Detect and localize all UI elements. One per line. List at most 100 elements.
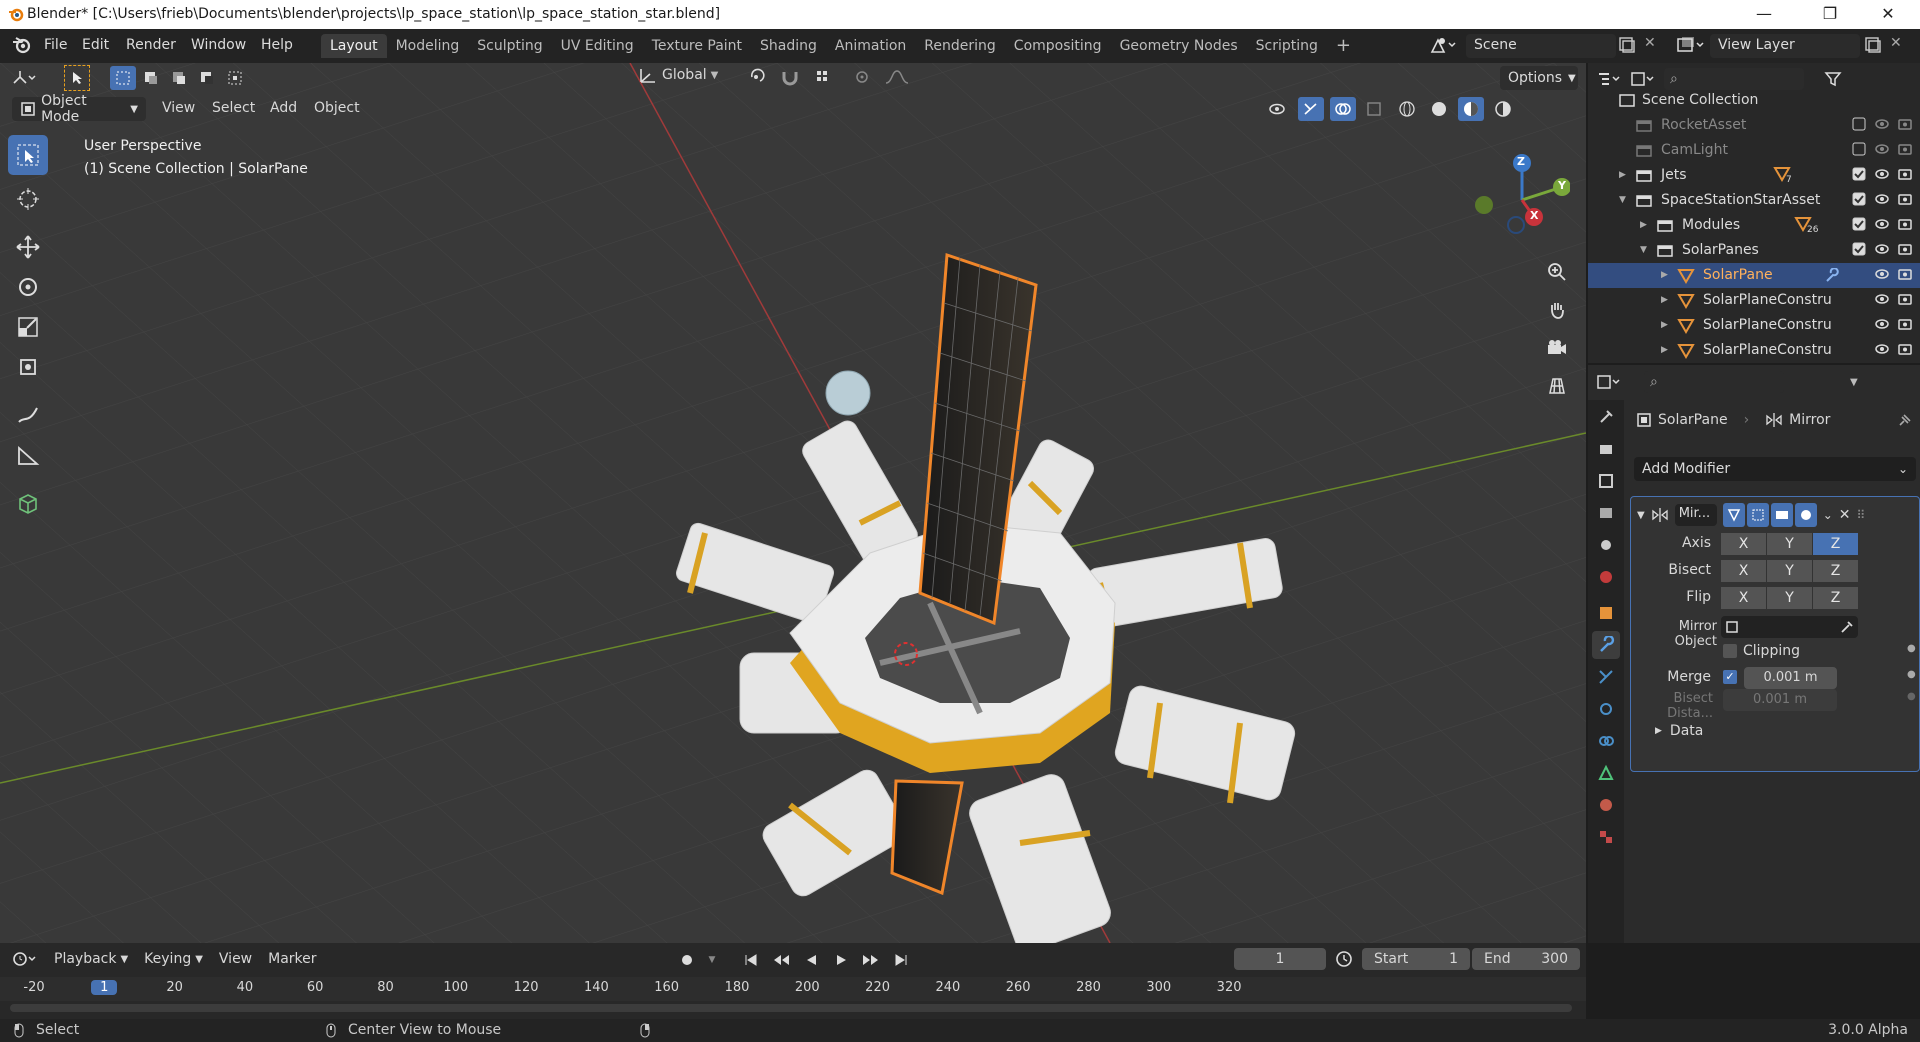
- render-camera-icon[interactable]: [1898, 167, 1914, 181]
- tab-geometry-nodes[interactable]: Geometry Nodes: [1111, 34, 1247, 58]
- editor-type-icon[interactable]: [12, 66, 38, 90]
- select-box-tool-icon[interactable]: [8, 135, 48, 175]
- expand-chevron-icon[interactable]: ▶: [1661, 270, 1668, 280]
- jump-start-icon[interactable]: [738, 948, 764, 972]
- options-dropdown[interactable]: Options ▼: [1500, 66, 1578, 90]
- tab-texture-paint[interactable]: Texture Paint: [643, 34, 751, 58]
- expand-chevron-icon[interactable]: ▶: [1661, 320, 1668, 330]
- exclude-checkbox-icon[interactable]: [1852, 167, 1866, 181]
- outliner-row[interactable]: ▶ Jets 7: [1588, 163, 1920, 188]
- chevron-down-icon[interactable]: ▼: [704, 948, 720, 972]
- exclude-checkbox-icon[interactable]: [1852, 142, 1866, 156]
- tab-uv-editing[interactable]: UV Editing: [552, 34, 643, 58]
- timeline-menu-marker[interactable]: Marker: [268, 951, 316, 967]
- preview-range-icon[interactable]: [1334, 950, 1354, 972]
- texture-tab-icon[interactable]: [1592, 823, 1620, 851]
- current-frame-field[interactable]: 1: [1234, 948, 1326, 970]
- minimize-button[interactable]: —: [1742, 2, 1786, 26]
- expand-chevron-icon[interactable]: ▶: [1661, 345, 1668, 355]
- object-tab-icon[interactable]: [1592, 599, 1620, 627]
- edit-mode-icon[interactable]: [1746, 503, 1769, 527]
- move-tool-icon[interactable]: [8, 227, 48, 267]
- outliner-row[interactable]: ▶ SolarPlaneConstru: [1588, 288, 1920, 313]
- collapse-chevron-icon[interactable]: ▼: [1640, 245, 1647, 255]
- properties-editor-icon[interactable]: [1596, 370, 1622, 394]
- axis-x-toggle[interactable]: X: [1721, 533, 1766, 555]
- tab-sculpting[interactable]: Sculpting: [468, 34, 551, 58]
- exclude-checkbox-icon[interactable]: [1852, 192, 1866, 206]
- visibility-eye-icon[interactable]: [1874, 217, 1890, 231]
- snap-magnet-icon[interactable]: [780, 68, 804, 86]
- material-preview-icon[interactable]: [1458, 97, 1484, 121]
- viewport-menu-view[interactable]: View: [162, 100, 195, 116]
- visibility-eye-icon[interactable]: [1874, 292, 1890, 306]
- tab-rendering[interactable]: Rendering: [915, 34, 1005, 58]
- render-camera-icon[interactable]: [1898, 117, 1914, 131]
- view-layer-tab-icon[interactable]: [1592, 499, 1620, 527]
- scene-selector-icon[interactable]: [1428, 34, 1464, 58]
- tab-scripting[interactable]: Scripting: [1247, 34, 1327, 58]
- render-camera-icon[interactable]: [1898, 292, 1914, 306]
- snap-increment-icon[interactable]: [814, 68, 842, 86]
- view-layer-icon[interactable]: [1676, 35, 1706, 59]
- menu-render[interactable]: Render: [126, 37, 176, 53]
- close-button[interactable]: ✕: [1866, 2, 1910, 26]
- overlay-toggle-icon[interactable]: [1330, 97, 1356, 121]
- transform-tool-icon[interactable]: [8, 347, 48, 387]
- cursor-tool-icon[interactable]: [8, 179, 48, 219]
- timeline-menu-view[interactable]: View: [219, 951, 252, 967]
- zoom-icon[interactable]: [1540, 255, 1574, 289]
- menu-help[interactable]: Help: [261, 37, 293, 53]
- menu-edit[interactable]: Edit: [82, 37, 109, 53]
- visibility-eye-icon[interactable]: [1874, 117, 1890, 131]
- start-frame-field[interactable]: Start 1: [1362, 948, 1470, 970]
- render-camera-icon[interactable]: [1794, 503, 1817, 527]
- output-tab-icon[interactable]: [1592, 467, 1620, 495]
- physics-tab-icon[interactable]: [1592, 695, 1620, 723]
- gizmo-toggle-icon[interactable]: [1298, 97, 1324, 121]
- outliner-row[interactable]: CamLight: [1588, 138, 1920, 163]
- expand-chevron-icon[interactable]: ▶: [1661, 295, 1668, 305]
- play-icon[interactable]: [828, 948, 854, 972]
- scene-name-field[interactable]: Scene: [1466, 34, 1616, 58]
- view-layer-field[interactable]: View Layer: [1710, 34, 1860, 58]
- delete-scene-icon[interactable]: ✕: [1644, 35, 1656, 51]
- drag-handle-icon[interactable]: ⠿: [1857, 508, 1866, 522]
- chevron-down-icon[interactable]: ▼: [1850, 377, 1858, 388]
- visibility-eye-icon[interactable]: [1874, 267, 1890, 281]
- camera-view-icon[interactable]: [1540, 331, 1574, 365]
- tool-tab-icon[interactable]: [1592, 403, 1620, 431]
- new-view-layer-icon[interactable]: [1864, 36, 1882, 58]
- edit-cage-icon[interactable]: [1722, 503, 1745, 527]
- render-camera-icon[interactable]: [1898, 317, 1914, 331]
- select-subtract-icon[interactable]: [166, 66, 192, 90]
- select-new-icon[interactable]: [110, 66, 136, 90]
- particles-tab-icon[interactable]: [1592, 663, 1620, 691]
- falloff-icon[interactable]: [884, 68, 910, 86]
- material-tab-icon[interactable]: [1592, 791, 1620, 819]
- navigation-gizmo[interactable]: Z Y X: [1470, 145, 1571, 245]
- jump-end-icon[interactable]: [888, 948, 914, 972]
- keyframe-dot-icon[interactable]: ●: [1907, 669, 1916, 680]
- outliner-row[interactable]: ▶ SolarPlaneConstru: [1588, 313, 1920, 338]
- outliner-row[interactable]: ▶ SolarPlaneConstru: [1588, 338, 1920, 363]
- visibility-eye-icon[interactable]: [1874, 242, 1890, 256]
- constraints-tab-icon[interactable]: [1592, 727, 1620, 755]
- jump-keyframe-forward-icon[interactable]: [858, 948, 884, 972]
- merge-distance-field[interactable]: 0.001 m: [1744, 667, 1837, 689]
- wireframe-shading-icon[interactable]: [1394, 97, 1420, 121]
- menu-window[interactable]: Window: [191, 37, 246, 53]
- clipping-checkbox[interactable]: [1723, 644, 1737, 658]
- menu-file[interactable]: File: [44, 37, 67, 53]
- mirror-object-field[interactable]: [1721, 616, 1858, 638]
- pivot-point-icon[interactable]: [746, 68, 770, 86]
- tab-layout[interactable]: Layout: [321, 34, 387, 58]
- exclude-checkbox-icon[interactable]: [1852, 242, 1866, 256]
- measure-tool-icon[interactable]: [8, 435, 48, 475]
- viewport-menu-add[interactable]: Add: [270, 100, 297, 116]
- realtime-display-icon[interactable]: [1770, 503, 1793, 527]
- add-cube-tool-icon[interactable]: [8, 483, 48, 523]
- flip-y-toggle[interactable]: Y: [1767, 587, 1812, 609]
- jump-keyframe-back-icon[interactable]: [768, 948, 794, 972]
- scale-tool-icon[interactable]: [8, 307, 48, 347]
